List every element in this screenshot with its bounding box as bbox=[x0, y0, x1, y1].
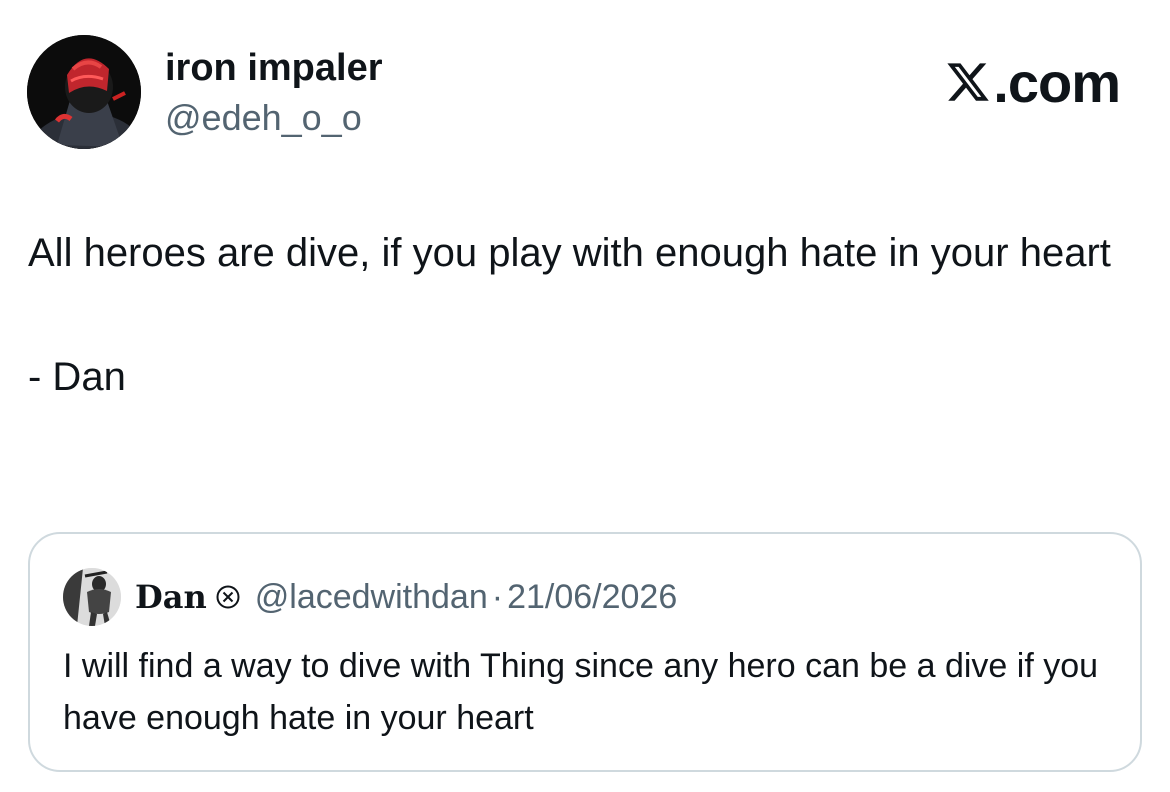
avatar-image bbox=[27, 35, 141, 149]
circled-x-icon bbox=[216, 585, 240, 609]
tweet-body-line-2: - Dan bbox=[28, 355, 126, 399]
quoted-author-avatar[interactable] bbox=[63, 568, 121, 626]
quoted-tweet-header: Dan @lacedwithdan · 21/06/2026 bbox=[63, 567, 677, 627]
tweet-body: All heroes are dive, if you play with en… bbox=[28, 222, 1143, 408]
quoted-tweet-card[interactable]: Dan @lacedwithdan · 21/06/2026 I will fi… bbox=[28, 532, 1142, 772]
quoted-tweet-text: I will find a way to dive with Thing sin… bbox=[63, 647, 1099, 737]
quoted-tweet-date[interactable]: 21/06/2026 bbox=[507, 578, 677, 617]
quoted-author-display-name[interactable]: Dan bbox=[135, 578, 207, 616]
tweet-body-line-1: All heroes are dive, if you play with en… bbox=[28, 231, 1111, 275]
x-logo-icon bbox=[947, 63, 990, 101]
quoted-author-handle[interactable]: @lacedwithdan bbox=[255, 578, 488, 617]
author-handle[interactable]: @edeh_o_o bbox=[165, 97, 362, 139]
tweet-body-spacer bbox=[28, 284, 1143, 346]
author-display-name[interactable]: iron impaler bbox=[165, 46, 383, 90]
author-avatar[interactable] bbox=[27, 35, 141, 149]
brand-domain-text: .com bbox=[993, 50, 1121, 114]
brand-logo[interactable]: .com bbox=[945, 50, 1121, 114]
quoted-avatar-image bbox=[63, 568, 121, 626]
meta-separator: · bbox=[491, 577, 504, 616]
